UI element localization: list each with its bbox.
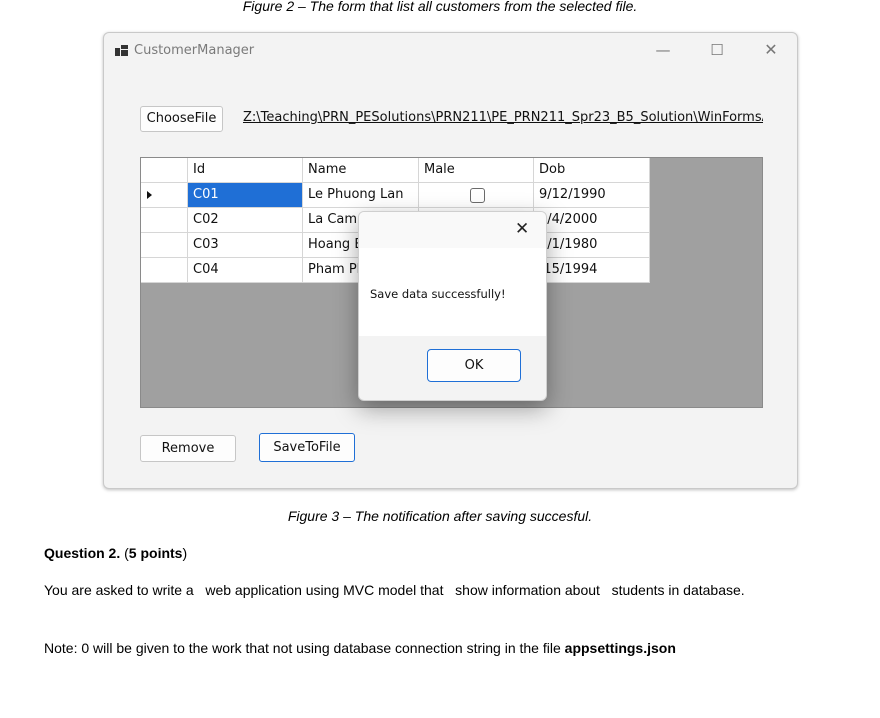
row-header[interactable] [141,208,188,233]
cell-dob[interactable]: 9/12/1990 [534,183,650,208]
window-title: CustomerManager [134,43,255,58]
row-header[interactable] [141,233,188,258]
question-description: You are asked to write a web application… [44,582,745,598]
grid-header-row: Id Name Male Dob [141,158,650,183]
row-header-corner [141,158,188,183]
save-success-dialog: ✕ Save data successfully! OK [358,211,547,401]
male-checkbox[interactable] [470,188,485,203]
cell-dob[interactable]: 2/1/1980 [534,233,650,258]
table-row[interactable]: C01 Le Phuong Lan 9/12/1990 [141,183,650,208]
cell-id[interactable]: C01 [188,183,303,208]
cell-id[interactable]: C03 [188,233,303,258]
current-row-arrow-icon [147,191,152,199]
question-note: Note: 0 will be given to the work that n… [44,638,824,658]
remove-button[interactable]: Remove [140,435,236,462]
column-header-male[interactable]: Male [419,158,534,183]
figure-3-caption: Figure 3 – The notification after saving… [287,508,593,524]
question-number: Question 2. [44,545,121,561]
cell-dob[interactable]: 0/4/2000 [534,208,650,233]
cell-id[interactable]: C04 [188,258,303,283]
cell-male[interactable] [419,183,534,208]
column-header-id[interactable]: Id [188,158,303,183]
cell-id[interactable]: C02 [188,208,303,233]
row-header[interactable] [141,258,188,283]
choose-file-button[interactable]: ChooseFile [140,106,223,132]
title-bar: CustomerManager — ☐ ✕ [104,33,797,69]
dialog-message: Save data successfully! [370,287,506,301]
cell-name[interactable]: Le Phuong Lan [303,183,419,208]
config-file-name: appsettings.json [564,640,676,656]
dialog-close-icon[interactable]: ✕ [515,219,529,239]
note-text: Note: 0 will be given to the work that n… [44,640,561,656]
minimize-icon[interactable]: — [650,39,676,61]
row-header[interactable] [141,183,188,208]
ok-button[interactable]: OK [427,349,521,382]
column-header-dob[interactable]: Dob [534,158,650,183]
app-icon [115,45,128,56]
question-points: 5 points [128,545,183,561]
close-icon[interactable]: ✕ [758,39,784,61]
question-heading: Question 2. (5 points) [44,545,188,561]
file-path-label: Z:\Teaching\PRN_PESolutions\PRN211\PE_PR… [243,110,763,125]
maximize-icon[interactable]: ☐ [704,39,730,61]
cell-dob[interactable]: /15/1994 [534,258,650,283]
figure-2-caption: Figure 2 – The form that list all custom… [242,0,638,14]
save-to-file-button[interactable]: SaveToFile [259,433,355,462]
column-header-name[interactable]: Name [303,158,419,183]
